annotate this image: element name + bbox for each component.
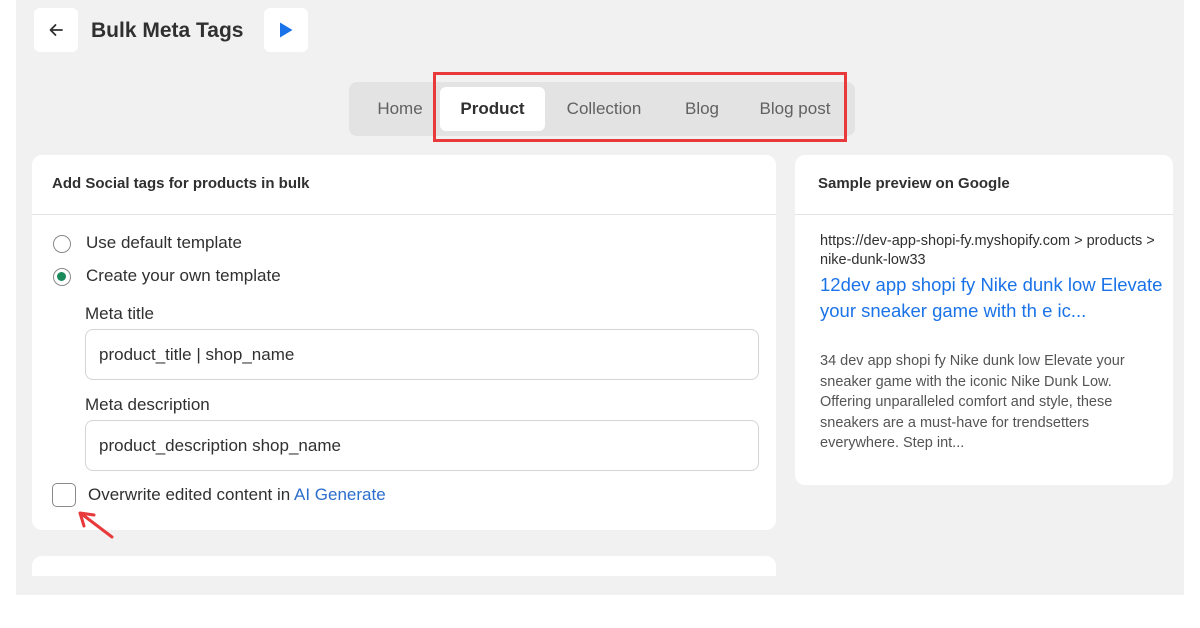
next-card [32, 556, 776, 576]
overwrite-checkbox[interactable] [52, 483, 76, 507]
back-button[interactable] [34, 8, 78, 52]
ai-generate-link[interactable]: AI Generate [294, 485, 386, 504]
arrow-left-icon [49, 24, 63, 36]
tab-blog[interactable]: Blog [667, 87, 737, 131]
tab-product[interactable]: Product [440, 87, 545, 131]
overwrite-label: Overwrite edited content in AI Generate [88, 484, 386, 506]
radio-own-template[interactable] [53, 268, 71, 286]
resource-tabs: Home Product Collection Blog Blog post [349, 82, 855, 136]
radio-default-template[interactable] [53, 235, 71, 253]
play-video-button[interactable] [264, 8, 308, 52]
tab-home[interactable]: Home [363, 87, 437, 131]
meta-description-label: Meta description [85, 395, 210, 414]
overwrite-label-text: Overwrite edited content in [88, 485, 291, 504]
radio-label-own-template[interactable]: Create your own template [86, 265, 281, 287]
page-title: Bulk Meta Tags [91, 19, 244, 42]
play-icon [280, 22, 293, 38]
meta-description-input[interactable]: product_description shop_name [85, 420, 759, 471]
social-tags-card: Add Social tags for products in bulk Use… [32, 155, 776, 530]
preview-headline: 12dev app shopi fy Nike dunk low Elevate… [820, 274, 1163, 321]
preview-card-title: Sample preview on Google [818, 175, 1010, 192]
preview-url: https://dev-app-shopi-fy.myshopify.com >… [820, 233, 1155, 268]
preview-description: 34 dev app shopi fy Nike dunk low Elevat… [820, 353, 1125, 451]
divider [32, 214, 776, 215]
google-preview-card: Sample preview on Google https://dev-app… [795, 155, 1173, 485]
divider [795, 214, 1173, 215]
meta-title-label: Meta title [85, 304, 154, 323]
card-title: Add Social tags for products in bulk [52, 175, 310, 192]
radio-label-default-template[interactable]: Use default template [86, 232, 242, 254]
tab-blog-post[interactable]: Blog post [745, 87, 845, 131]
tab-collection[interactable]: Collection [549, 87, 659, 131]
meta-title-input[interactable]: product_title | shop_name [85, 329, 759, 380]
annotation-arrow-icon [78, 511, 114, 539]
